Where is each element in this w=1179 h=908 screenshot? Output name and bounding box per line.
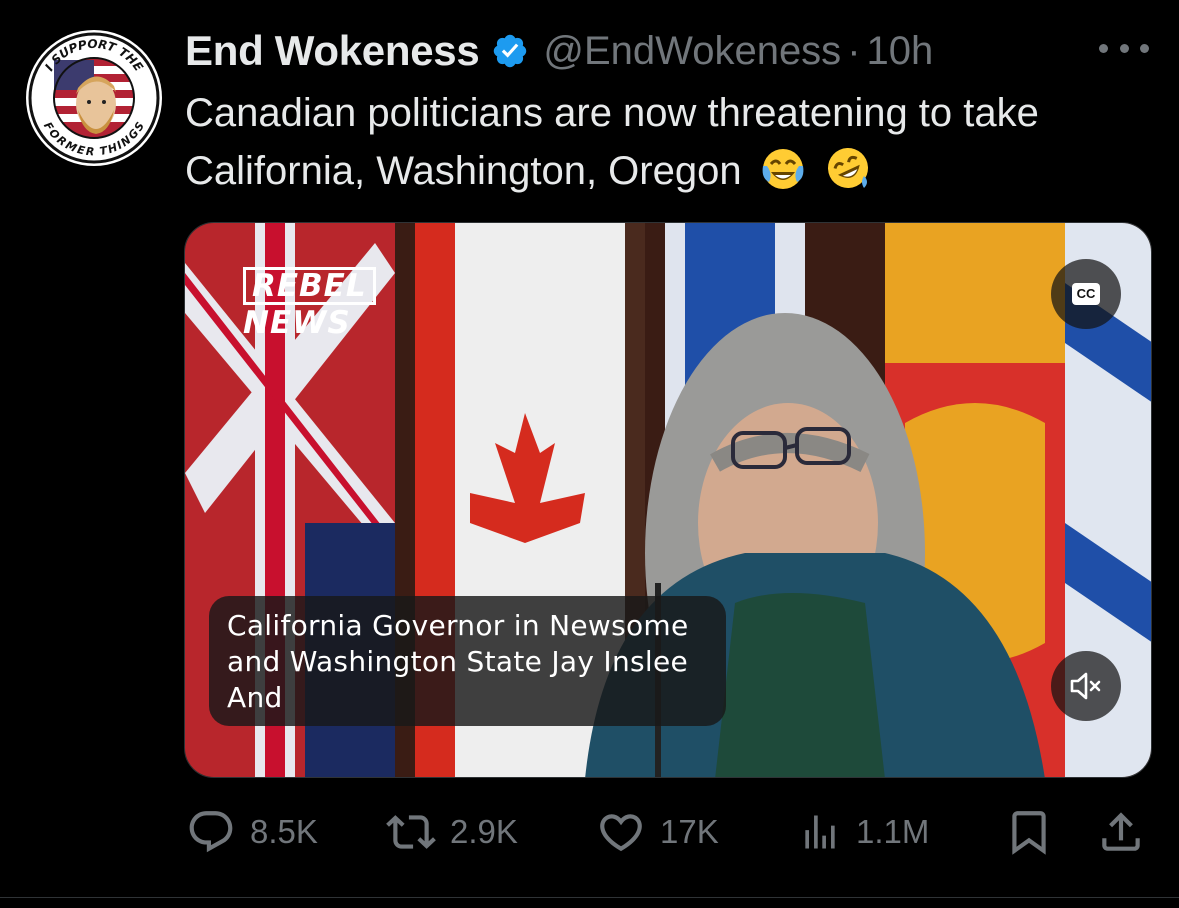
- more-dot: [1140, 43, 1149, 53]
- rebel-news-watermark: REBEL NEWS: [243, 267, 376, 339]
- more-options-icon[interactable]: [1099, 36, 1149, 60]
- tweet-text: Canadian politicians are now threatening…: [185, 84, 1145, 200]
- reply-button[interactable]: 8.5K: [186, 804, 318, 860]
- repost-icon: [386, 815, 436, 849]
- timestamp[interactable]: 10h: [867, 29, 934, 74]
- repost-count: 2.9K: [450, 813, 518, 850]
- rolling-on-floor-laughing-icon: [827, 148, 868, 188]
- more-dot: [1099, 43, 1108, 53]
- captions-button[interactable]: CC: [1051, 259, 1121, 329]
- verified-badge-icon[interactable]: [491, 32, 529, 70]
- bookmark-button[interactable]: [1004, 804, 1054, 860]
- views-icon: [805, 815, 835, 849]
- avatar-badge-icon: I SUPPORT THE FORMER THINGS: [28, 32, 160, 164]
- mute-button[interactable]: [1051, 651, 1121, 721]
- avatar[interactable]: I SUPPORT THE FORMER THINGS: [26, 30, 162, 166]
- reply-icon: [189, 811, 233, 853]
- heart-icon: [600, 814, 642, 852]
- author-name[interactable]: End Wokeness: [185, 27, 480, 75]
- separator: ·: [847, 28, 861, 73]
- views-count: 1.1M: [856, 813, 930, 850]
- views-button[interactable]: 1.1M: [798, 804, 929, 860]
- share-button[interactable]: [1096, 804, 1146, 860]
- video-caption: California Governor in Newsome and Washi…: [209, 596, 726, 726]
- speaker-muted-icon: [1070, 672, 1101, 700]
- action-bar: 8.5K 2.9K 17K 1.1M: [186, 804, 1146, 860]
- watermark-line2: NEWS: [243, 305, 351, 341]
- repost-button[interactable]: 2.9K: [386, 804, 518, 860]
- watermark-line1: REBEL: [243, 267, 376, 305]
- face-with-tears-of-joy-icon: [762, 149, 804, 189]
- video-player[interactable]: REBEL NEWS CC California Governor in New…: [184, 222, 1152, 778]
- reply-count: 8.5K: [250, 813, 318, 850]
- share-icon: [1102, 812, 1140, 851]
- like-button[interactable]: 17K: [596, 804, 719, 860]
- captions-icon: CC: [1072, 283, 1100, 305]
- divider: [0, 897, 1179, 898]
- like-count: 17K: [660, 813, 719, 850]
- tweet-header: End Wokeness @EndWokeness · 10h: [185, 26, 933, 76]
- author-handle[interactable]: @EndWokeness: [543, 29, 841, 74]
- bookmark-icon: [1012, 811, 1046, 855]
- more-dot: [1119, 43, 1129, 53]
- tweet: I SUPPORT THE FORMER THINGS End Wokeness…: [0, 0, 1179, 908]
- tweet-text-body: Canadian politicians are now threatening…: [185, 91, 1039, 193]
